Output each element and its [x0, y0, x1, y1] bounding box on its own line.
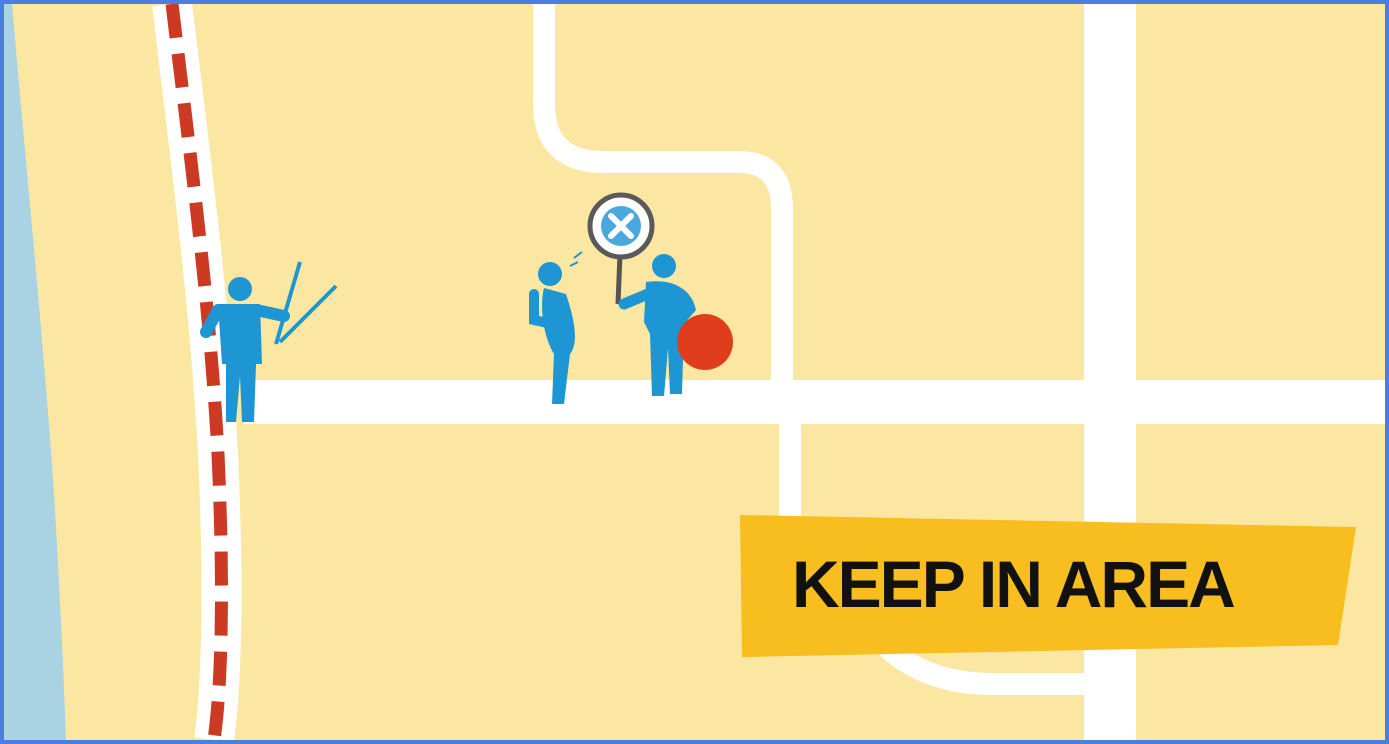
banner-label: KEEP IN AREA [792, 547, 1236, 621]
map-frame: KEEP IN AREA [0, 0, 1389, 744]
ball-icon [677, 314, 733, 370]
keep-in-area-banner: KEEP IN AREA [734, 509, 1359, 659]
